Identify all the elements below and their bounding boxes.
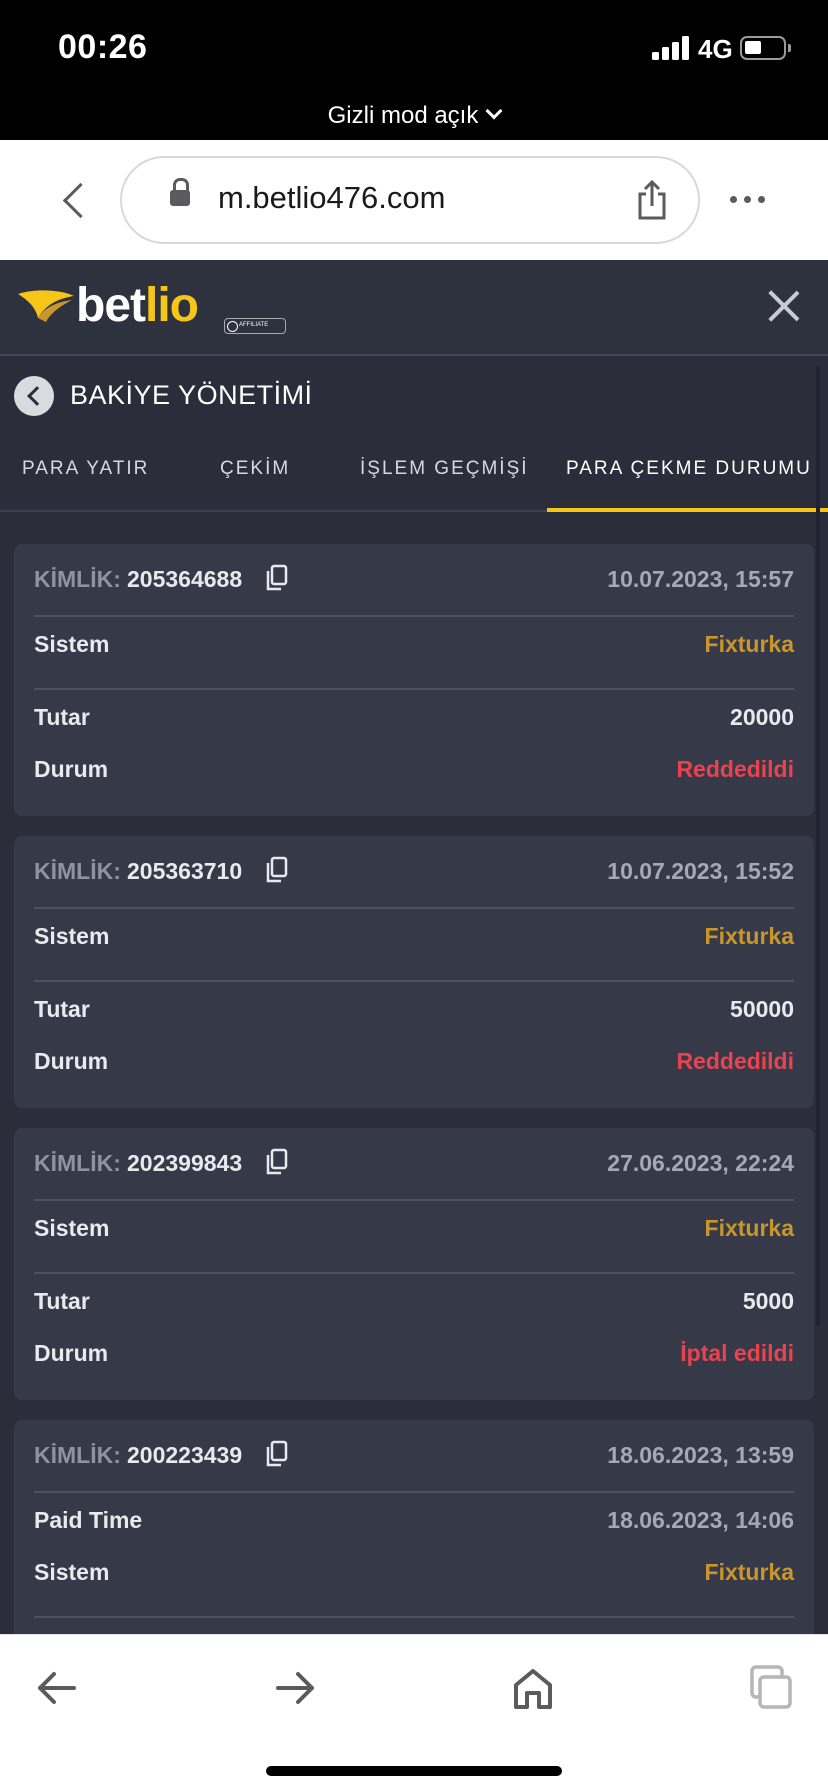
- tutar-value: 20000: [730, 704, 794, 730]
- transaction-date: 10.07.2023, 15:52: [607, 858, 794, 884]
- status-value: Reddedildi: [676, 1048, 794, 1074]
- durum-label: Durum: [34, 1048, 109, 1074]
- transaction-id: 200223439: [127, 1442, 243, 1468]
- kimlik-label: KİMLİK:: [34, 858, 121, 884]
- page-title: BAKİYE YÖNETİMİ: [70, 380, 313, 410]
- private-mode-toggle[interactable]: Gizli mod açık: [0, 102, 828, 130]
- transaction-card: KİMLİK: 202399843 27.06.2023, 22:24 Sist…: [14, 1128, 814, 1400]
- tabs-icon[interactable]: [746, 1663, 796, 1713]
- tutar-value: 50000: [730, 996, 794, 1022]
- logo-mark-icon: [18, 290, 74, 322]
- home-indicator[interactable]: [266, 1766, 562, 1776]
- card-header: KİMLİK: 205364688 10.07.2023, 15:57: [34, 544, 794, 617]
- card-header: KİMLİK: 202399843 27.06.2023, 22:24: [34, 1128, 794, 1201]
- row-sistem: Sistem Fixturka: [34, 1201, 794, 1274]
- row-durum: Durum Reddedildi: [34, 1034, 794, 1086]
- row-sistem: Sistem Fixturka: [34, 617, 794, 690]
- tab-islem-gecmisi[interactable]: İŞLEM GEÇMİŞİ: [360, 440, 529, 512]
- row-sistem: Sistem Fixturka: [34, 909, 794, 982]
- tutar-label: Tutar: [34, 1288, 90, 1314]
- kimlik-label: KİMLİK:: [34, 566, 121, 592]
- paid-time-value: 18.06.2023, 14:06: [607, 1507, 794, 1533]
- sistem-label: Sistem: [34, 923, 110, 949]
- copy-icon[interactable]: [264, 564, 288, 592]
- cellular-signal-icon: [652, 36, 692, 60]
- betlio-logo[interactable]: betlio AFFILIATE: [16, 279, 286, 334]
- status-value: İptal edildi: [680, 1340, 794, 1366]
- copy-icon[interactable]: [264, 1440, 288, 1468]
- sistem-value: Fixturka: [704, 1215, 794, 1241]
- row-tutar: Tutar 50000: [34, 982, 794, 1034]
- browser-back-button[interactable]: [60, 180, 90, 220]
- row-durum: Durum İptal edildi: [34, 1326, 794, 1378]
- row-durum: Durum Reddedildi: [34, 742, 794, 794]
- chevron-down-icon: [485, 102, 503, 120]
- url-text: m.betlio476.com: [218, 180, 446, 215]
- sistem-label: Sistem: [34, 1559, 110, 1585]
- tab-cekim[interactable]: ÇEKİM: [220, 440, 290, 512]
- row-tutar: Tutar 20000: [34, 690, 794, 742]
- app-header: betlio AFFILIATE: [0, 260, 828, 356]
- transaction-date: 10.07.2023, 15:57: [607, 566, 794, 592]
- copy-icon[interactable]: [264, 856, 288, 884]
- copy-icon[interactable]: [264, 1148, 288, 1176]
- durum-label: Durum: [34, 756, 109, 782]
- tutar-label: Tutar: [34, 704, 90, 730]
- transaction-id: 205364688: [127, 566, 243, 592]
- tutar-value: 5000: [742, 1288, 794, 1314]
- withdrawal-status-list: KİMLİK: 205364688 10.07.2023, 15:57 Sist…: [0, 512, 828, 1634]
- status-value: Reddedildi: [676, 756, 794, 782]
- status-time: 00:26: [58, 28, 148, 66]
- address-bar[interactable]: m.betlio476.com: [120, 156, 700, 244]
- share-icon[interactable]: [634, 180, 670, 220]
- transaction-card: KİMLİK: 205364688 10.07.2023, 15:57 Sist…: [14, 544, 814, 816]
- paid-time-label: Paid Time: [34, 1507, 143, 1533]
- row-sistem: Sistem Fixturka: [34, 1545, 794, 1618]
- tab-para-yatir[interactable]: PARA YATIR: [22, 440, 149, 512]
- row-paid-time: Paid Time 18.06.2023, 14:06: [34, 1493, 794, 1545]
- tutar-label: Tutar: [34, 996, 90, 1022]
- scrollbar[interactable]: [816, 366, 820, 1326]
- back-arrow-icon[interactable]: [14, 376, 54, 416]
- kimlik-label: KİMLİK:: [34, 1442, 121, 1468]
- private-mode-label: Gizli mod açık: [327, 102, 479, 129]
- sistem-value: Fixturka: [704, 1559, 794, 1585]
- sistem-label: Sistem: [34, 1215, 110, 1241]
- affiliate-badge: AFFILIATE: [224, 318, 286, 334]
- tab-bar: PARA YATIR ÇEKİM İŞLEM GEÇMİŞİ PARA ÇEKM…: [0, 440, 828, 512]
- close-icon[interactable]: [766, 288, 802, 324]
- network-type: 4G: [698, 34, 733, 64]
- transaction-card: KİMLİK: 200223439 18.06.2023, 13:59 Paid…: [14, 1420, 814, 1634]
- back-arrow-icon[interactable]: [32, 1663, 82, 1713]
- tab-para-cekme-durumu[interactable]: PARA ÇEKME DURUMU: [566, 440, 812, 512]
- status-bar: 00:26 4G Gizli mod açık: [0, 0, 828, 140]
- lock-icon: [170, 178, 190, 206]
- more-options-icon[interactable]: [730, 196, 766, 204]
- durum-label: Durum: [34, 1340, 109, 1366]
- row-tutar: Tutar 5000: [34, 1274, 794, 1326]
- transaction-id: 205363710: [127, 858, 243, 884]
- forward-arrow-icon[interactable]: [270, 1663, 320, 1713]
- transaction-id: 202399843: [127, 1150, 243, 1176]
- transaction-date: 18.06.2023, 13:59: [607, 1442, 794, 1468]
- card-header: KİMLİK: 205363710 10.07.2023, 15:52: [34, 836, 794, 909]
- section-header: BAKİYE YÖNETİMİ: [0, 356, 828, 440]
- sistem-value: Fixturka: [704, 631, 794, 657]
- logo-text: betlio: [76, 279, 199, 332]
- sistem-value: Fixturka: [704, 923, 794, 949]
- transaction-card: KİMLİK: 205363710 10.07.2023, 15:52 Sist…: [14, 836, 814, 1108]
- home-icon[interactable]: [508, 1663, 558, 1713]
- transaction-date: 27.06.2023, 22:24: [607, 1150, 794, 1176]
- sistem-label: Sistem: [34, 631, 110, 657]
- battery-icon: [740, 36, 791, 60]
- card-header: KİMLİK: 200223439 18.06.2023, 13:59: [34, 1420, 794, 1493]
- kimlik-label: KİMLİK:: [34, 1150, 121, 1176]
